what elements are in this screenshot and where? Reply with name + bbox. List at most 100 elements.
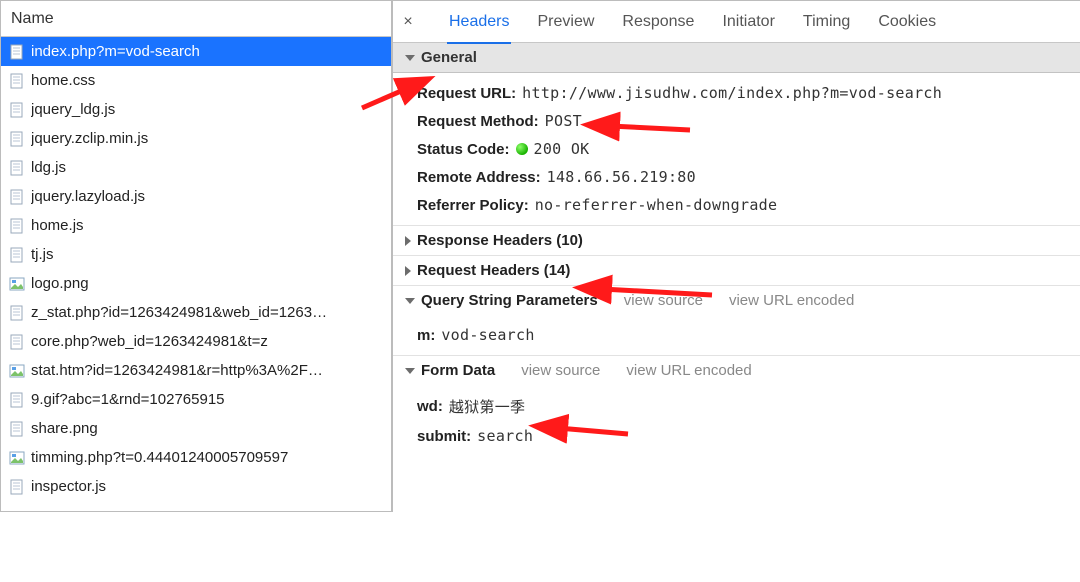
document-file-icon [9, 189, 25, 205]
kv-key: Request Method: [417, 113, 539, 130]
file-label: index.php?m=vod-search [31, 37, 200, 66]
file-row[interactable]: ldg.js [1, 153, 391, 182]
form-block: wd: 越狱第一季 submit: search [393, 385, 1080, 456]
image-file-icon [9, 450, 25, 466]
document-file-icon [9, 247, 25, 263]
file-label: home.js [31, 211, 84, 240]
qsp-block: m: vod-search [393, 315, 1080, 355]
kv-remote-address: Remote Address: 148.66.56.219:80 [417, 163, 1080, 191]
document-file-icon [9, 102, 25, 118]
file-label: home.css [31, 66, 95, 95]
file-label: jquery_ldg.js [31, 95, 115, 124]
section-request-headers[interactable]: Request Headers (14) [393, 255, 1080, 285]
tab-cookies[interactable]: Cookies [876, 1, 938, 43]
document-file-icon [9, 334, 25, 350]
file-row[interactable]: timming.php?t=0.44401240005709597 [1, 443, 391, 472]
view-source-link[interactable]: view source [624, 292, 703, 309]
file-label: timming.php?t=0.44401240005709597 [31, 443, 288, 472]
chevron-down-icon [405, 55, 415, 61]
chevron-down-icon [405, 368, 415, 374]
kv-value: 越狱第一季 [449, 396, 526, 417]
kv-value: 148.66.56.219:80 [547, 168, 696, 186]
section-title: Form Data [421, 362, 495, 379]
chevron-down-icon [405, 298, 415, 304]
file-row[interactable]: core.php?web_id=1263424981&t=z [1, 327, 391, 356]
file-row[interactable]: z_stat.php?id=1263424981&web_id=1263… [1, 298, 391, 327]
document-file-icon [9, 44, 25, 60]
section-general[interactable]: General [393, 43, 1080, 73]
image-file-icon [9, 276, 25, 292]
view-source-link[interactable]: view source [521, 362, 600, 379]
file-label: z_stat.php?id=1263424981&web_id=1263… [31, 298, 327, 327]
section-form-data[interactable]: Form Data view source view URL encoded [393, 355, 1080, 385]
file-list-header: Name [1, 1, 391, 37]
kv-key: submit: [417, 428, 471, 445]
kv-request-method: Request Method: POST [417, 107, 1080, 135]
file-row[interactable]: stat.htm?id=1263424981&r=http%3A%2F… [1, 356, 391, 385]
file-label: inspector.js [31, 472, 106, 501]
tab-preview[interactable]: Preview [535, 1, 596, 43]
file-label: jquery.zclip.min.js [31, 124, 148, 153]
file-label: stat.htm?id=1263424981&r=http%3A%2F… [31, 356, 323, 385]
document-file-icon [9, 218, 25, 234]
tab-headers[interactable]: Headers [447, 1, 511, 43]
general-block: Request URL: http://www.jisudhw.com/inde… [393, 73, 1080, 225]
document-file-icon [9, 131, 25, 147]
kv-key: Remote Address: [417, 169, 541, 186]
file-row[interactable]: jquery.zclip.min.js [1, 124, 391, 153]
file-label: 9.gif?abc=1&rnd=102765915 [31, 385, 225, 414]
section-general-title: General [421, 43, 477, 73]
file-row[interactable]: home.js [1, 211, 391, 240]
file-row[interactable]: tj.js [1, 240, 391, 269]
detail-tabs: × Headers Preview Response Initiator Timing C… [393, 1, 1080, 43]
file-row[interactable]: 9.gif?abc=1&rnd=102765915 [1, 385, 391, 414]
file-label: jquery.lazyload.js [31, 182, 145, 211]
file-label: share.png [31, 414, 98, 443]
file-row[interactable]: jquery.lazyload.js [1, 182, 391, 211]
section-title: Request Headers (14) [417, 262, 570, 279]
kv-value: no-referrer-when-downgrade [535, 196, 778, 214]
document-file-icon [9, 305, 25, 321]
document-file-icon [9, 73, 25, 89]
kv-key: Status Code: [417, 141, 510, 158]
tab-response[interactable]: Response [620, 1, 696, 43]
view-url-encoded-link[interactable]: view URL encoded [729, 292, 854, 309]
section-title: Response Headers (10) [417, 232, 583, 249]
document-file-icon [9, 421, 25, 437]
file-row[interactable]: index.php?m=vod-search [1, 37, 391, 66]
network-file-list-pane: Name index.php?m=vod-searchhome.cssjquer… [0, 0, 392, 512]
file-label: tj.js [31, 240, 54, 269]
chevron-right-icon [405, 266, 411, 276]
kv-key: Request URL: [417, 85, 516, 102]
file-label: ldg.js [31, 153, 66, 182]
section-query-string[interactable]: Query String Parameters view source view… [393, 285, 1080, 315]
kv-wd: wd: 越狱第一季 [417, 391, 1080, 422]
view-url-encoded-link[interactable]: view URL encoded [626, 362, 751, 379]
document-file-icon [9, 160, 25, 176]
kv-value: search [477, 427, 533, 445]
tab-initiator[interactable]: Initiator [720, 1, 776, 43]
kv-m: m: vod-search [417, 321, 1080, 349]
file-row[interactable]: home.css [1, 66, 391, 95]
section-response-headers[interactable]: Response Headers (10) [393, 225, 1080, 255]
kv-value: http://www.jisudhw.com/index.php?m=vod-s… [522, 84, 942, 102]
kv-key: Referrer Policy: [417, 197, 529, 214]
tab-timing[interactable]: Timing [801, 1, 852, 43]
image-file-icon [9, 363, 25, 379]
file-row[interactable]: inspector.js [1, 472, 391, 501]
file-label: core.php?web_id=1263424981&t=z [31, 327, 268, 356]
file-row[interactable]: logo.png [1, 269, 391, 298]
kv-request-url: Request URL: http://www.jisudhw.com/inde… [417, 79, 1080, 107]
file-label: logo.png [31, 269, 89, 298]
close-icon[interactable]: × [401, 13, 415, 31]
document-file-icon [9, 479, 25, 495]
kv-value: 200 OK [534, 140, 590, 158]
document-file-icon [9, 392, 25, 408]
kv-status-code: Status Code: 200 OK [417, 135, 1080, 163]
file-row[interactable]: jquery_ldg.js [1, 95, 391, 124]
file-row[interactable]: share.png [1, 414, 391, 443]
section-title: Query String Parameters [421, 292, 598, 309]
kv-key: m: [417, 327, 435, 344]
chevron-right-icon [405, 236, 411, 246]
kv-value: POST [545, 112, 582, 130]
